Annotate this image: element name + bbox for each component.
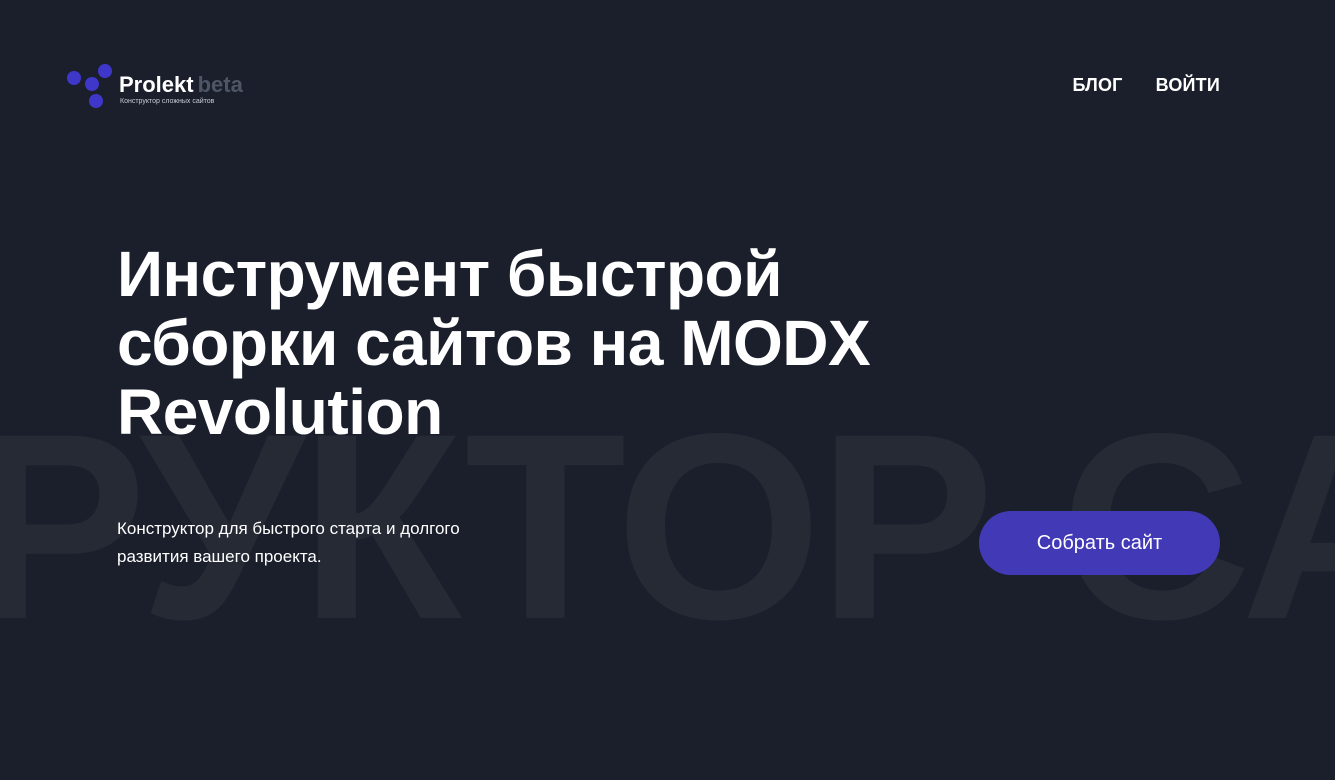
build-site-button[interactable]: Собрать сайт — [979, 511, 1220, 575]
hero-title-line: Revolution — [117, 376, 443, 448]
hero-subtitle-line: развития вашего проекта. — [117, 547, 322, 566]
site-header: Prolekt beta Конструктор сложных сайтов Б… — [0, 0, 1335, 170]
hero-subtitle-line: Конструктор для быстрого старта и долгог… — [117, 519, 460, 538]
hero-title: Инструмент быстрой сборки сайтов на MODX R… — [117, 240, 957, 447]
hero-title-line: Инструмент быстрой — [117, 238, 782, 310]
hero-subtitle: Конструктор для быстрого старта и долгог… — [117, 515, 537, 571]
brand-logo-link[interactable]: Prolekt beta Конструктор сложных сайтов — [66, 62, 276, 112]
dots-logo-icon — [67, 64, 112, 108]
brand-name: Prolekt beta — [119, 73, 243, 97]
nav-link-login[interactable]: ВОЙТИ — [1156, 74, 1220, 96]
brand-tagline: Конструктор сложных сайтов — [120, 98, 215, 105]
landing-page: руктор са Prolekt beta Конструктор сложны… — [0, 0, 1335, 780]
hero-section: Инструмент быстрой сборки сайтов на MODX R… — [117, 240, 957, 447]
hero-title-line: сборки сайтов на MODX — [117, 307, 871, 379]
nav-link-blog[interactable]: БЛОГ — [1072, 74, 1122, 96]
beta-badge: beta — [197, 72, 243, 97]
brand-name-text: Prolekt — [119, 72, 194, 97]
main-nav: БЛОГ ВОЙТИ — [1072, 74, 1220, 96]
